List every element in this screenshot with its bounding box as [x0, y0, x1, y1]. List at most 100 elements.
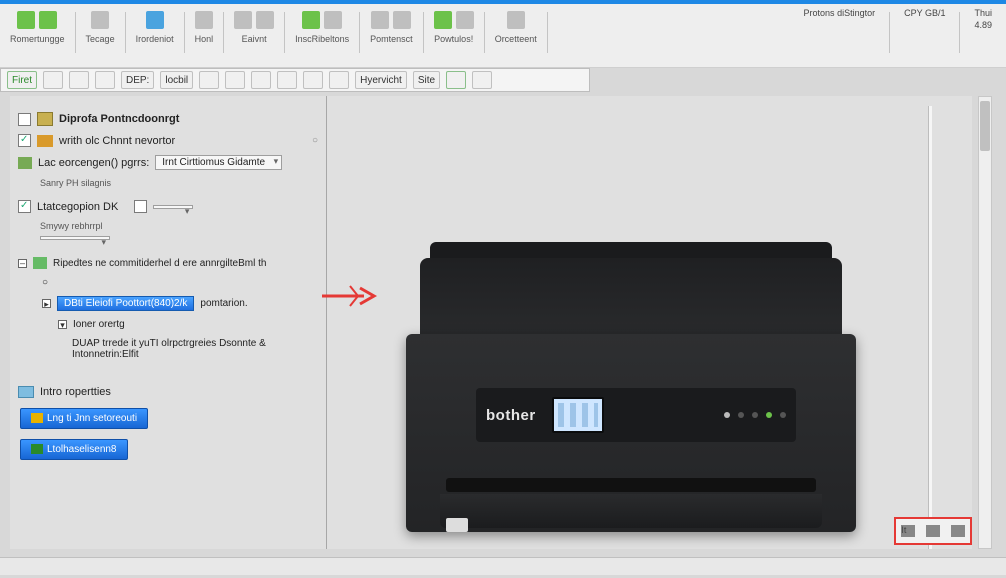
option-header: Diprofa Pontncdoonrgt — [59, 113, 179, 125]
tool-icon — [324, 11, 342, 29]
panel-divider[interactable] — [326, 96, 327, 549]
tool-icon — [256, 11, 274, 29]
tool-icon — [146, 11, 164, 29]
toolbar-button[interactable] — [43, 71, 63, 89]
printer-screen — [552, 397, 604, 433]
status-bar — [0, 557, 1006, 575]
tree-icon — [33, 257, 47, 269]
toolbar-button[interactable]: Hyervicht — [355, 71, 407, 89]
profile-icon — [37, 112, 53, 126]
ribbon-right-2: CPY GB/1 — [896, 8, 953, 18]
ribbon-label: Tecage — [86, 34, 115, 44]
toolbar-button[interactable] — [251, 71, 271, 89]
tool-icon — [393, 11, 411, 29]
tool-icon — [234, 11, 252, 29]
toolbar-button[interactable] — [446, 71, 466, 89]
toolbar-button[interactable]: locbil — [160, 71, 193, 89]
ribbon-main: Romertungge Tecage Irordeniot Honl Eaivn… — [0, 4, 1006, 68]
doc-icon — [39, 11, 57, 29]
ribbon-secondary: Firet DEP: locbil Hyervicht Site — [0, 68, 590, 92]
ribbon-label: Honl — [195, 34, 214, 44]
option-label: Lac eorcengen() pgrrs: — [38, 157, 149, 169]
toolbar-button[interactable] — [329, 71, 349, 89]
tool-icon — [456, 11, 474, 29]
tree-item: Intonnetrin:Elfit — [72, 349, 318, 360]
tool-icon — [434, 11, 452, 29]
ribbon-group-8[interactable]: Powtulos! — [430, 8, 478, 44]
view-mode-highlight[interactable]: It — [894, 517, 972, 545]
option-subtext: Sanry PH silagnis — [18, 178, 318, 188]
ribbon-label: Powtulos! — [434, 34, 473, 44]
page-edge — [928, 106, 932, 549]
tree-expand-icon[interactable]: ▸ — [42, 299, 51, 308]
option-subtext: Smywy rebhrrpl — [18, 221, 318, 231]
ribbon-group-2[interactable]: Tecage — [82, 8, 119, 44]
dropdown-quality[interactable]: Irnt Cirttiomus Gidamte — [155, 155, 282, 170]
ribbon-label: Romertungge — [10, 34, 65, 44]
row-icon — [37, 135, 53, 147]
document-area: Diprofa Pontncdoonrgt writh olc Chnnt ne… — [10, 96, 972, 549]
printer-options-panel: Diprofa Pontncdoonrgt writh olc Chnnt ne… — [18, 104, 318, 460]
printer-image: bother — [376, 218, 886, 578]
tree-item-tail: pomtarion. — [200, 298, 247, 309]
dropdown-indicator[interactable]: ○ — [312, 135, 318, 146]
ribbon-label: Eaivnt — [242, 34, 267, 44]
toolbar-button[interactable] — [95, 71, 115, 89]
dropdown-empty[interactable] — [40, 236, 110, 240]
tree-header: Ripedtes ne commitiderhel d ere annrgilt… — [53, 258, 266, 269]
ribbon-label: Orcetteent — [495, 34, 537, 44]
ribbon-label: Pomtensct — [370, 34, 413, 44]
ribbon-group-7[interactable]: Pomtensct — [366, 8, 417, 44]
dropdown-small[interactable] — [153, 205, 193, 209]
info-header: Intro ropertties — [40, 386, 111, 398]
tool-icon — [91, 11, 109, 29]
toolbar-button[interactable]: Site — [413, 71, 440, 89]
ribbon-group-4[interactable]: Honl — [191, 8, 218, 44]
status-button-1[interactable]: Lng ti Jnn setoreouti — [20, 408, 148, 429]
vertical-scrollbar[interactable] — [978, 96, 992, 549]
option-label: writh olc Chnnt nevortor — [59, 135, 175, 147]
printer-usb-port — [446, 518, 468, 532]
toolbar-button[interactable] — [225, 71, 245, 89]
status-button-2[interactable]: Ltolhaselisenn8 — [20, 439, 128, 460]
ribbon-right-3: Thui 4.89 — [966, 8, 1000, 30]
printer-brand: bother — [486, 407, 536, 424]
ribbon-group-5[interactable]: Eaivnt — [230, 8, 278, 44]
checkbox[interactable] — [134, 200, 147, 213]
toolbar-button[interactable] — [199, 71, 219, 89]
tool-icon — [195, 11, 213, 29]
ribbon-right-1: Protons diStingtor — [796, 8, 884, 18]
view-mode-icon[interactable] — [926, 525, 940, 537]
toolbar-button[interactable]: Firet — [7, 71, 37, 89]
ribbon-group-3[interactable]: Irordeniot — [132, 8, 178, 44]
tool-icon — [302, 11, 320, 29]
view-mode-label: It — [901, 525, 915, 537]
option-label: Ltatcegopion DK — [37, 201, 118, 213]
checkbox[interactable] — [18, 200, 31, 213]
tree-item[interactable]: Ioner orertg — [73, 319, 125, 330]
tool-icon — [507, 11, 525, 29]
ribbon-group-9[interactable]: Orcetteent — [491, 8, 541, 44]
ribbon-group-6[interactable]: InscRibeltons — [291, 8, 353, 44]
scrollbar-thumb[interactable] — [980, 101, 990, 151]
toolbar-button[interactable] — [277, 71, 297, 89]
tree-collapse-icon[interactable]: – — [18, 259, 27, 268]
toolbar-button[interactable] — [69, 71, 89, 89]
row-icon — [18, 157, 32, 169]
toolbar-button[interactable]: DEP: — [121, 71, 154, 89]
tool-icon — [371, 11, 389, 29]
toolbar-button[interactable] — [303, 71, 323, 89]
tree-item-selected[interactable]: DBti Eleiofi Poottort(840)2/k — [57, 296, 194, 311]
tree-expand-icon[interactable]: ▾ — [58, 320, 67, 329]
toolbar-button[interactable] — [472, 71, 492, 89]
ribbon-group-1[interactable]: Romertungge — [6, 8, 69, 44]
ribbon-label: InscRibeltons — [295, 34, 349, 44]
checkbox[interactable] — [18, 134, 31, 147]
ribbon-label: Irordeniot — [136, 34, 174, 44]
annotation-arrow — [320, 282, 380, 312]
doc-icon — [17, 11, 35, 29]
tree-item: DUAP trrede it yuTI olrpctrgreies Dsonnt… — [72, 338, 318, 349]
checkbox[interactable] — [18, 113, 31, 126]
info-icon — [18, 386, 34, 398]
view-mode-icon[interactable] — [951, 525, 965, 537]
